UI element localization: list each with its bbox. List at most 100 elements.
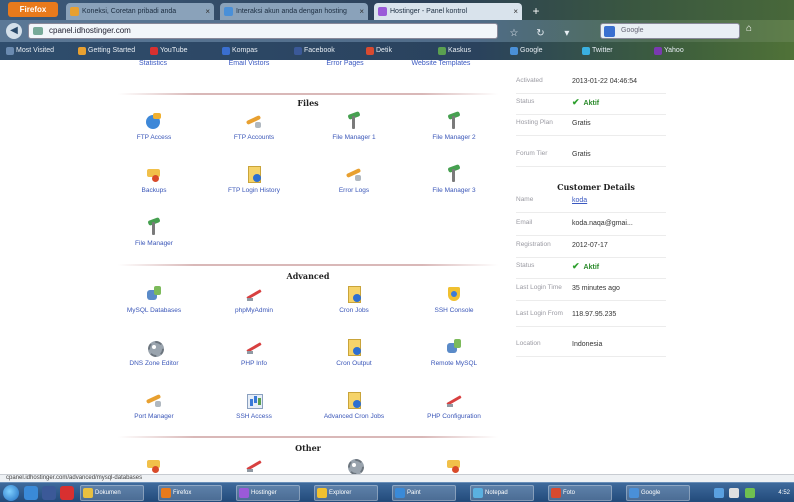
key-icon xyxy=(145,391,163,409)
bookmark-item[interactable]: YouTube xyxy=(150,45,188,57)
bookmark-favicon-icon xyxy=(510,47,518,55)
bookmark-item[interactable]: Facebook xyxy=(294,45,335,57)
taskbar-app-icon xyxy=(83,488,93,498)
tool-item[interactable]: DNS Zone Editor xyxy=(108,338,200,367)
tool-item[interactable]: File Manager 2 xyxy=(408,112,500,141)
tool-item[interactable]: MySQL Databases xyxy=(108,285,200,314)
top-link[interactable]: Error Pages xyxy=(300,60,390,67)
tool-item[interactable]: Hotlink Protection xyxy=(308,456,400,474)
tool-item-label: Error Logs xyxy=(338,187,370,194)
tool-item[interactable]: Cron Jobs xyxy=(308,285,400,314)
tool-item[interactable]: FTP Access xyxy=(108,112,200,141)
tab-favicon-icon xyxy=(378,7,387,16)
detail-value[interactable]: koda xyxy=(572,196,587,205)
site-identity-icon[interactable] xyxy=(33,27,43,35)
taskbar-task[interactable]: Notepad xyxy=(470,485,534,501)
network-icon[interactable] xyxy=(714,488,724,498)
tool-item-label: File Manager 2 xyxy=(432,134,476,141)
section-title-advanced: Advanced xyxy=(286,271,330,281)
tab-close-icon[interactable]: × xyxy=(205,3,210,20)
tool-item[interactable]: Port Manager xyxy=(108,391,200,420)
pen-icon xyxy=(245,338,263,356)
browser-tab[interactable]: Interaksi akun anda dengan hosting × xyxy=(220,3,368,20)
section-divider xyxy=(118,93,498,95)
battery-icon[interactable] xyxy=(744,488,755,498)
taskbar-task[interactable]: Firefox xyxy=(158,485,222,501)
tool-item[interactable]: File Manager xyxy=(108,218,200,247)
taskbar-task-label: Google xyxy=(641,490,661,496)
tab-close-icon[interactable]: × xyxy=(359,3,364,20)
bookmark-item[interactable]: Most Visited xyxy=(6,45,54,57)
tool-item[interactable]: File Manager 3 xyxy=(408,165,500,194)
tab-close-icon[interactable]: × xyxy=(513,3,518,20)
pinned-facebook-icon[interactable] xyxy=(42,486,56,500)
tool-item[interactable]: phpMyAdmin xyxy=(208,285,300,314)
bookmark-item[interactable]: Detik xyxy=(366,45,392,57)
pinned-mail-icon[interactable] xyxy=(60,486,74,500)
browser-tab[interactable]: Hostinger - Panel kontrol × xyxy=(374,3,522,20)
pinned-ie-icon[interactable] xyxy=(24,486,38,500)
tool-item[interactable]: FTP Accounts xyxy=(208,112,300,141)
taskbar-task[interactable]: Paint xyxy=(392,485,456,501)
google-search-icon xyxy=(604,26,615,37)
bookmark-item[interactable]: Getting Started xyxy=(78,45,135,57)
bookmark-item[interactable]: Yahoo xyxy=(654,45,684,57)
back-button[interactable]: ◀ xyxy=(6,23,22,39)
taskbar-task[interactable]: Foto xyxy=(548,485,612,501)
top-link[interactable]: Email Vistors xyxy=(204,60,294,67)
taskbar-task[interactable]: Google xyxy=(626,485,690,501)
detail-label: Email xyxy=(516,219,533,226)
menu-arrow-icon[interactable]: ▾ xyxy=(559,26,575,42)
row-divider xyxy=(516,135,666,136)
tool-item[interactable]: PHP Configuration xyxy=(408,391,500,420)
clock[interactable]: 4:52 xyxy=(778,487,790,499)
browser-tab[interactable]: Koneksi, Coretan pribadi anda × xyxy=(66,3,214,20)
tool-item[interactable]: Folder Index Manager xyxy=(408,456,500,474)
tool-item[interactable]: Cron Output xyxy=(308,338,400,367)
tool-item[interactable]: File Manager 1 xyxy=(308,112,400,141)
bookmark-item[interactable]: Google xyxy=(510,45,543,57)
search-box[interactable]: Google xyxy=(600,23,740,39)
address-bar[interactable]: cpanel.idhostinger.com xyxy=(28,23,498,39)
database-icon xyxy=(145,285,163,303)
bookmark-star-icon[interactable]: ☆ xyxy=(506,26,522,42)
volume-icon[interactable] xyxy=(729,488,740,498)
tool-item[interactable]: Error Logs xyxy=(308,165,400,194)
taskbar-task[interactable]: Explorer xyxy=(314,485,378,501)
top-link[interactable]: Website Templates xyxy=(396,60,486,67)
bookmark-item[interactable]: Kaskus xyxy=(438,45,471,57)
tool-item[interactable]: SSH Access xyxy=(208,391,300,420)
start-button[interactable] xyxy=(3,485,19,501)
wrench-icon xyxy=(345,112,363,130)
new-tab-button[interactable]: + xyxy=(528,3,544,19)
top-link[interactable]: Statistics xyxy=(108,60,198,67)
navigation-toolbar: ◀ cpanel.idhostinger.com ☆ ↻ ▾ Google ⌂ xyxy=(0,20,794,42)
bookmark-item[interactable]: Kompas xyxy=(222,45,258,57)
tool-item[interactable]: Remote MySQL xyxy=(408,338,500,367)
tool-item[interactable]: FTP Login History xyxy=(208,165,300,194)
taskbar-task-label: Explorer xyxy=(329,490,352,496)
taskbar-task-label: Notepad xyxy=(485,490,508,496)
tool-item[interactable]: PHP Info xyxy=(208,338,300,367)
firefox-menu-button[interactable]: Firefox xyxy=(8,2,58,17)
taskbar-task-label: Dokumen xyxy=(95,490,121,496)
bookmark-label: Detik xyxy=(376,47,392,54)
tool-item[interactable]: SSH Console xyxy=(408,285,500,314)
tool-item[interactable]: IP Deny Manager xyxy=(208,456,300,474)
taskbar-task[interactable]: Dokumen xyxy=(80,485,144,501)
tool-item[interactable]: Advanced Cron Jobs xyxy=(308,391,400,420)
bookmark-favicon-icon xyxy=(438,47,446,55)
tool-item[interactable]: Protect xyxy=(108,456,200,474)
home-icon[interactable]: ⌂ xyxy=(746,23,752,34)
detail-value: 35 minutes ago xyxy=(572,285,620,292)
taskbar-task[interactable]: Hostinger xyxy=(236,485,300,501)
reload-icon[interactable]: ↻ xyxy=(532,26,548,42)
taskbar-task-label: Foto xyxy=(563,490,576,496)
row-divider xyxy=(516,278,666,279)
tool-item-label: FTP Access xyxy=(136,134,172,141)
wrench-icon xyxy=(145,218,163,236)
tool-item-label: FTP Login History xyxy=(228,187,280,194)
customer-details-title: Customer Details xyxy=(557,182,635,192)
tool-item[interactable]: Backups xyxy=(108,165,200,194)
bookmark-item[interactable]: Twitter xyxy=(582,45,613,57)
